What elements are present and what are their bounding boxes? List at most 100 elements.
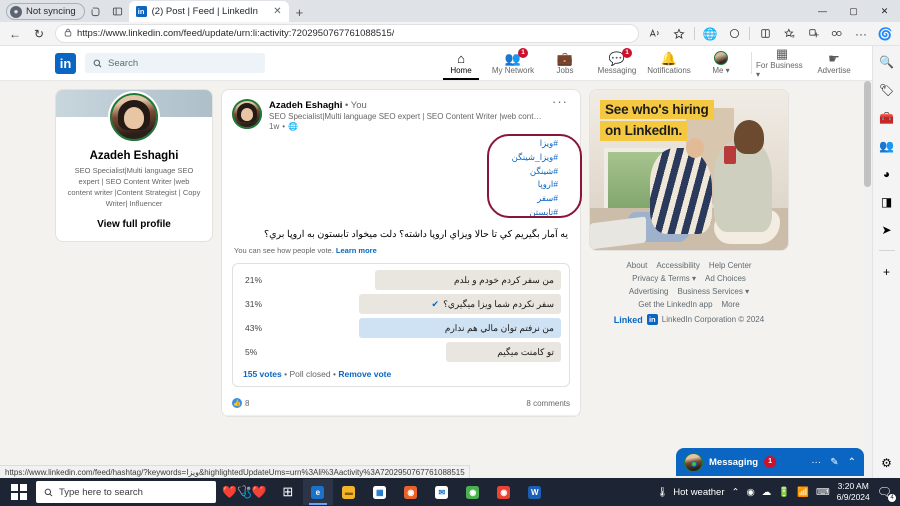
page-scrollbar[interactable]	[863, 81, 872, 478]
expand-messaging-icon[interactable]: ⌃	[848, 457, 856, 468]
post-author-avatar[interactable]	[232, 99, 262, 129]
footer-link-business-services[interactable]: Business Services ▾	[677, 287, 749, 296]
taskbar-clock[interactable]: 3:20 AM 6/9/2024	[837, 481, 870, 502]
browser-more-icon[interactable]: ···	[850, 24, 872, 44]
hashtag-link[interactable]: #ویزا_شینگن	[232, 151, 558, 165]
weather-widget[interactable]: 🌡 Hot weather	[656, 487, 724, 498]
split-window-icon[interactable]	[754, 24, 776, 44]
collections-star-icon[interactable]	[778, 24, 800, 44]
maximize-button[interactable]: ▢	[838, 0, 869, 22]
nav-for-business[interactable]: ▦ For Business ▾	[756, 46, 808, 80]
hashtag-link[interactable]: #تابستن	[232, 206, 558, 220]
add-icon[interactable]: +	[877, 262, 896, 281]
office-icon[interactable]: ◕	[877, 164, 896, 183]
browser-essentials-icon[interactable]: 🌐	[699, 24, 721, 44]
refresh-button[interactable]: ↻	[28, 24, 50, 44]
search-icon[interactable]: 🔍	[877, 52, 896, 71]
poll-option-selected[interactable]: من نرفتم توان مالي هم ندارم 43%	[241, 318, 561, 339]
close-tab-icon[interactable]: ✕	[271, 6, 283, 17]
favorite-star-icon[interactable]	[668, 24, 690, 44]
tray-wifi-icon[interactable]: 📶	[797, 487, 809, 498]
hashtag-link[interactable]: #اروپا	[232, 178, 558, 192]
scrollbar-thumb[interactable]	[864, 81, 871, 187]
gear-icon[interactable]: ⚙	[877, 453, 896, 472]
poll-option[interactable]: تو کامنت میگیم 5%	[241, 342, 561, 363]
messaging-widget[interactable]: Messaging 1 ··· ✎ ⌃	[676, 448, 864, 476]
advertisement-card[interactable]: See who's hiring on LinkedIn.	[589, 89, 789, 251]
footer-link-more[interactable]: More	[722, 300, 740, 309]
poll-option[interactable]: سفر نکردم شما ویزا میگیري؟ ✔ 31%	[241, 294, 561, 315]
messaging-more-icon[interactable]: ···	[811, 457, 821, 468]
hashtag-link[interactable]: #ویزا	[232, 137, 558, 151]
profile-sync-pill[interactable]: ● Not syncing	[6, 3, 85, 20]
nav-me[interactable]: Me ▾	[695, 46, 747, 80]
hashtag-link[interactable]: #شینگن	[232, 165, 558, 179]
taskbar-app-edge[interactable]: e	[302, 479, 333, 505]
new-tab-button[interactable]: +	[289, 5, 311, 20]
add-collection-icon[interactable]	[802, 24, 824, 44]
poll-option[interactable]: من سفر کردم خودم و بلدم 21%	[241, 270, 561, 291]
nav-notifications[interactable]: 🔔 Notifications	[643, 46, 695, 80]
back-button[interactable]: ←	[4, 24, 26, 44]
hashtag-link[interactable]: #سفر	[232, 192, 558, 206]
tab-list-icon[interactable]	[107, 1, 129, 21]
post-more-options-icon[interactable]: ···	[550, 95, 570, 111]
view-full-profile-link[interactable]: View full profile	[56, 219, 212, 230]
comment-count[interactable]: 8 comments	[526, 399, 570, 408]
address-bar[interactable]: https://www.linkedin.com/feed/update/urn…	[55, 24, 639, 43]
browser-tab-linkedin[interactable]: in (2) Post | Feed | LinkedIn ✕	[128, 1, 289, 22]
clock-date: 6/9/2024	[836, 492, 870, 502]
tray-cloud-icon[interactable]: ☁	[762, 487, 772, 498]
nav-my-network[interactable]: 👥 1 My Network	[487, 46, 539, 80]
shopping-bag-icon[interactable]: 🧰	[877, 108, 896, 127]
close-window-button[interactable]: ✕	[869, 0, 900, 22]
taskbar-search-input[interactable]: Type here to search	[36, 481, 216, 503]
nav-advertise[interactable]: ☛ Advertise	[808, 46, 860, 80]
footer-link-accessibility[interactable]: Accessibility	[656, 261, 700, 270]
contacts-icon[interactable]: 👥	[877, 136, 896, 155]
copilot-icon[interactable]: 🌀	[874, 24, 896, 44]
split-screen-icon[interactable]	[723, 24, 745, 44]
notification-center-icon[interactable]: 🗨 4	[877, 485, 896, 502]
nav-messaging[interactable]: 💬 1 Messaging	[591, 46, 643, 80]
footer-link-privacy-terms[interactable]: Privacy & Terms ▾	[632, 274, 696, 283]
tag-icon[interactable]: 🏷	[877, 80, 896, 99]
footer-link-ad-choices[interactable]: Ad Choices	[705, 274, 746, 283]
start-button[interactable]	[2, 484, 36, 500]
nav-home[interactable]: ⌂ Home	[435, 46, 487, 80]
taskbar-app-word[interactable]: W	[520, 479, 550, 505]
minimize-button[interactable]: —	[807, 0, 838, 22]
taskbar-app-file-explorer[interactable]: ▬	[334, 479, 364, 505]
taskbar-app-chrome[interactable]: ◉	[458, 479, 488, 505]
compose-message-icon[interactable]: ✎	[830, 457, 838, 468]
tray-keyboard-icon[interactable]: ⌨	[816, 487, 830, 498]
send-icon[interactable]: ➤	[877, 220, 896, 239]
taskbar-app-chrome-2[interactable]: ◉	[489, 479, 519, 505]
taskbar-app-firefox[interactable]: ◉	[396, 479, 426, 505]
tray-onedrive-icon[interactable]: ◉	[746, 487, 754, 498]
reaction-count[interactable]: 👍 8	[232, 398, 249, 409]
remove-vote-link[interactable]: Remove vote	[338, 369, 391, 379]
linkedin-global-nav: in Search ⌂ Home 👥 1 My Network 💼 Jobs 💬 1	[0, 46, 872, 81]
outlook-icon[interactable]: ◨	[877, 192, 896, 211]
heart-stethoscope-icon[interactable]: ❤️🩺❤️	[216, 485, 273, 499]
tray-battery-icon[interactable]: 🔋	[778, 487, 790, 498]
read-aloud-icon[interactable]	[644, 24, 666, 44]
footer-link-about[interactable]: About	[626, 261, 647, 270]
tray-expand-icon[interactable]: ⌃	[732, 487, 740, 498]
tab-copilot-icon[interactable]	[85, 1, 107, 21]
taskbar-app-mail[interactable]: ✉	[427, 479, 457, 505]
footer-link-help-center[interactable]: Help Center	[709, 261, 752, 270]
footer-link-advertising[interactable]: Advertising	[629, 287, 669, 296]
task-view-icon[interactable]: ⊞	[273, 484, 303, 500]
post-author-name[interactable]: Azadeh Eshaghi • You	[269, 100, 543, 111]
poll-learn-more-link[interactable]: Learn more	[336, 246, 377, 255]
taskbar-app-store[interactable]: ▦	[365, 479, 395, 505]
nav-jobs[interactable]: 💼 Jobs	[539, 46, 591, 80]
extensions-icon[interactable]	[826, 24, 848, 44]
search-input[interactable]: Search	[85, 53, 265, 73]
linkedin-logo[interactable]: in	[55, 52, 76, 74]
site-info-lock-icon[interactable]	[64, 28, 72, 39]
profile-avatar[interactable]	[108, 91, 160, 143]
footer-link-get-app[interactable]: Get the LinkedIn app	[638, 300, 712, 309]
